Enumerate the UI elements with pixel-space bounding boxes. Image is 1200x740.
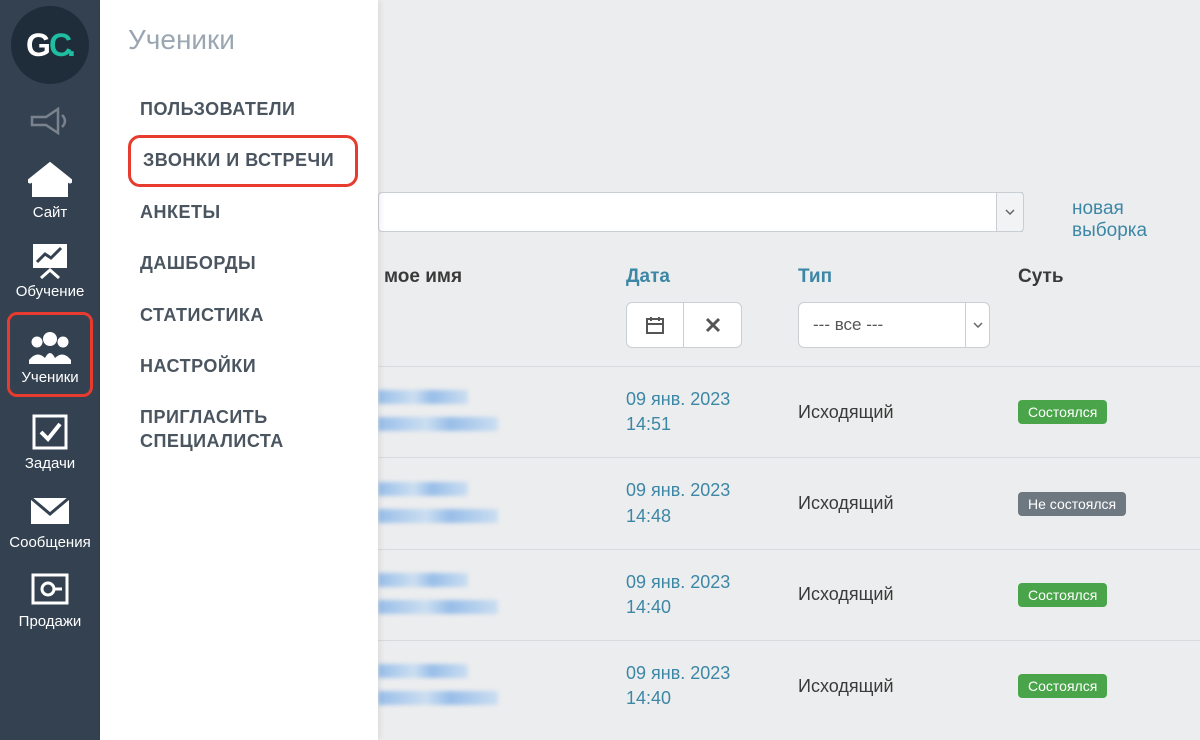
col-header-date[interactable]: Дата xyxy=(626,266,798,288)
cell-type: Исходящий xyxy=(798,402,1018,423)
rail-item-tasks[interactable]: Задачи xyxy=(0,401,100,480)
content-area: новая выборка сбросить мое имя Дата Тип … xyxy=(378,0,1200,740)
date-clear-button[interactable] xyxy=(684,302,742,348)
col-header-name[interactable]: мое имя xyxy=(378,266,626,288)
redacted-name xyxy=(378,600,498,614)
type-filter-select[interactable]: --- все --- xyxy=(798,302,990,348)
cell-date[interactable]: 09 янв. 202314:48 xyxy=(626,478,798,528)
presentation-icon xyxy=(29,239,71,281)
redacted-name xyxy=(378,664,468,678)
table-body: 09 янв. 202314:51ИсходящийСостоялся09 ян… xyxy=(378,366,1200,732)
status-badge: Не состоялся xyxy=(1018,492,1126,516)
redacted-name xyxy=(378,573,468,587)
nav-rail: GC. Сайт Обучение Ученики xyxy=(0,0,100,740)
rail-item-site[interactable]: Сайт xyxy=(0,150,100,229)
house-icon xyxy=(28,160,72,202)
submenu-item-stats[interactable]: СТАТИСТИКА xyxy=(128,290,358,341)
table-row[interactable]: 09 янв. 202314:40ИсходящийСостоялся xyxy=(378,549,1200,640)
cell-result: Не состоялся xyxy=(1018,492,1200,516)
redacted-name xyxy=(378,390,468,404)
redacted-name xyxy=(378,417,498,431)
rail-item-sales[interactable]: Продажи xyxy=(0,559,100,638)
status-badge: Состоялся xyxy=(1018,583,1107,607)
rail-item-learn[interactable]: Обучение xyxy=(0,229,100,308)
close-icon xyxy=(705,317,721,333)
calendar-icon xyxy=(645,315,665,335)
type-filter-value: --- все --- xyxy=(813,315,883,335)
cell-result: Состоялся xyxy=(1018,400,1200,424)
redacted-name xyxy=(378,691,498,705)
col-header-result[interactable]: Суть xyxy=(1018,266,1200,288)
table-header: мое имя Дата Тип Суть xyxy=(378,250,1200,302)
rail-item-sound[interactable] xyxy=(0,90,100,150)
rail-item-messages[interactable]: Сообщения xyxy=(0,480,100,559)
submenu-item-invite[interactable]: ПРИГЛАСИТЬ СПЕЦИАЛИСТА xyxy=(128,392,358,467)
chevron-down-icon xyxy=(1005,209,1015,215)
cell-date[interactable]: 09 янв. 202314:40 xyxy=(626,570,798,620)
redacted-name xyxy=(378,509,498,523)
date-picker-button[interactable] xyxy=(626,302,684,348)
rail-label: Обучение xyxy=(16,283,85,300)
cell-type: Исходящий xyxy=(798,493,1018,514)
rail-item-students[interactable]: Ученики xyxy=(7,312,93,397)
table-row[interactable]: 09 янв. 202314:40ИсходящийСостоялся xyxy=(378,640,1200,731)
table-row[interactable]: 09 янв. 202314:51ИсходящийСостоялся xyxy=(378,366,1200,457)
rail-label: Ученики xyxy=(21,369,78,386)
cell-name xyxy=(378,388,626,436)
table-filters-row: --- все --- xyxy=(378,302,1200,366)
rail-label: Сайт xyxy=(33,204,68,221)
submenu-panel: Ученики ПОЛЬЗОВАТЕЛИ ЗВОНКИ И ВСТРЕЧИ АН… xyxy=(100,0,378,740)
users-icon xyxy=(27,325,73,367)
submenu-item-dashboards[interactable]: ДАШБОРДЫ xyxy=(128,238,358,289)
logo[interactable]: GC. xyxy=(11,6,89,84)
cell-type: Исходящий xyxy=(798,676,1018,697)
cell-result: Состоялся xyxy=(1018,583,1200,607)
rail-label: Продажи xyxy=(19,613,82,630)
app-root: GC. Сайт Обучение Ученики xyxy=(0,0,1200,740)
date-filter-group xyxy=(626,302,798,348)
link-new-selection[interactable]: новая выборка xyxy=(1072,198,1200,242)
filter-select-caret[interactable] xyxy=(996,192,1024,232)
cell-name xyxy=(378,480,626,528)
status-badge: Состоялся xyxy=(1018,400,1107,424)
status-badge: Состоялся xyxy=(1018,674,1107,698)
cell-result: Состоялся xyxy=(1018,674,1200,698)
envelope-icon xyxy=(29,490,71,532)
cell-date[interactable]: 09 янв. 202314:40 xyxy=(626,661,798,711)
cell-name xyxy=(378,571,626,619)
filter-select[interactable] xyxy=(378,192,1023,232)
rail-label: Задачи xyxy=(25,455,75,472)
calls-table: мое имя Дата Тип Суть xyxy=(378,250,1200,732)
cell-type: Исходящий xyxy=(798,584,1018,605)
cell-date[interactable]: 09 янв. 202314:51 xyxy=(626,387,798,437)
submenu-item-users[interactable]: ПОЛЬЗОВАТЕЛИ xyxy=(128,84,358,135)
col-header-type[interactable]: Тип xyxy=(798,266,1018,288)
submenu-item-calls[interactable]: ЗВОНКИ И ВСТРЕЧИ xyxy=(128,135,358,186)
submenu-title: Ученики xyxy=(128,24,378,56)
rail-label: Сообщения xyxy=(9,534,90,551)
table-row[interactable]: 09 янв. 202314:48ИсходящийНе состоялся xyxy=(378,457,1200,548)
submenu-item-settings[interactable]: НАСТРОЙКИ xyxy=(128,341,358,392)
megaphone-icon xyxy=(30,100,70,142)
cell-name xyxy=(378,662,626,710)
redacted-name xyxy=(378,482,468,496)
checkbox-icon xyxy=(30,411,70,453)
safe-icon xyxy=(30,569,70,611)
submenu-item-forms[interactable]: АНКЕТЫ xyxy=(128,187,358,238)
chevron-down-icon xyxy=(965,303,989,347)
